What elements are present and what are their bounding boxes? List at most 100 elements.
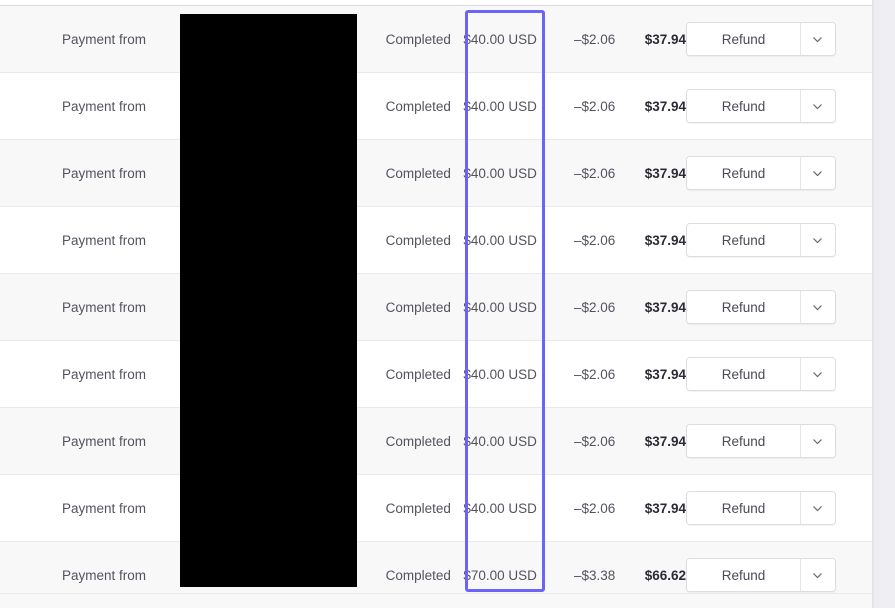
cell-fee: –$2.06 [573,299,616,315]
table-row[interactable]: Payment from Completed $40.00 USD –$2.06 $37… [0,408,872,475]
cell-action: Refund [685,558,872,592]
chevron-down-icon [812,101,823,112]
refund-dropdown-toggle[interactable] [799,291,835,323]
refund-split-button[interactable]: Refund [685,22,836,56]
table-row[interactable]: Payment from Completed $40.00 USD –$2.06 $37… [0,207,872,274]
refund-button[interactable]: Refund [686,358,800,390]
cell-description: Payment from [62,98,147,114]
refund-button[interactable]: Refund [686,425,800,457]
refund-dropdown-toggle[interactable] [799,492,835,524]
chevron-down-icon [812,168,823,179]
refund-dropdown-toggle[interactable] [799,358,835,390]
cell-description: Payment from [62,500,147,516]
refund-button[interactable]: Refund [686,23,800,55]
cell-fee: –$2.06 [573,433,616,449]
transactions-table: Payment from Completed $40.00 USD –$2.06 $37… [0,5,872,608]
cell-fee: –$2.06 [573,232,616,248]
refund-button[interactable]: Refund [686,291,800,323]
refund-button[interactable]: Refund [686,90,800,122]
refund-split-button[interactable]: Refund [685,156,836,190]
refund-split-button[interactable]: Refund [685,491,836,525]
refund-button[interactable]: Refund [686,559,800,591]
cell-gross-amount: $40.00 USD [463,165,537,181]
cell-description: Payment from [62,31,147,47]
table-row[interactable]: Payment from Completed $40.00 USD –$2.06 $37… [0,341,872,408]
cell-status: Completed [385,567,451,583]
chevron-down-icon [812,302,823,313]
cell-net-amount: $37.94 [644,165,686,181]
refund-split-button[interactable]: Refund [685,223,836,257]
table-row[interactable]: Payment from Completed $40.00 USD –$2.06 $37… [0,140,872,207]
cell-fee: –$3.38 [573,567,616,583]
cell-description: Payment from [62,299,147,315]
cell-action: Refund [685,357,872,391]
cell-action: Refund [685,290,872,324]
cell-status: Completed [385,299,451,315]
cell-status: Completed [385,500,451,516]
cell-fee: –$2.06 [573,366,616,382]
refund-split-button[interactable]: Refund [685,424,836,458]
refund-dropdown-toggle[interactable] [799,23,835,55]
right-gutter-edge [872,0,874,608]
cell-status: Completed [385,433,451,449]
cell-action: Refund [685,491,872,525]
refund-split-button[interactable]: Refund [685,89,836,123]
cell-description: Payment from [62,433,147,449]
refund-dropdown-toggle[interactable] [799,559,835,591]
cell-description: Payment from [62,232,147,248]
chevron-down-icon [812,503,823,514]
cell-status: Completed [385,232,451,248]
chevron-down-icon [812,369,823,380]
cell-gross-amount: $40.00 USD [463,98,537,114]
refund-split-button[interactable]: Refund [685,558,836,592]
cell-net-amount: $66.62 [644,567,686,583]
cell-action: Refund [685,89,872,123]
cell-fee: –$2.06 [573,31,616,47]
cell-action: Refund [685,223,872,257]
cell-net-amount: $37.94 [644,299,686,315]
table-row[interactable]: Payment from Completed $40.00 USD –$2.06 $37… [0,6,872,73]
cell-net-amount: $37.94 [644,500,686,516]
refund-button[interactable]: Refund [686,492,800,524]
refund-split-button[interactable]: Refund [685,290,836,324]
cell-action: Refund [685,156,872,190]
cell-gross-amount: $40.00 USD [463,500,537,516]
cell-fee: –$2.06 [573,165,616,181]
cell-gross-amount: $40.00 USD [463,232,537,248]
screen: Payment from Completed $40.00 USD –$2.06 $37… [0,0,895,608]
cell-fee: –$2.06 [573,98,616,114]
cell-gross-amount: $40.00 USD [463,31,537,47]
cell-action: Refund [685,424,872,458]
cell-fee: –$2.06 [573,500,616,516]
cell-description: Payment from [62,165,147,181]
cell-status: Completed [385,165,451,181]
cell-status: Completed [385,366,451,382]
cell-gross-amount: $40.00 USD [463,433,537,449]
table-row[interactable]: Payment from Completed $40.00 USD –$2.06 $37… [0,475,872,542]
cell-description: Payment from [62,567,147,583]
chevron-down-icon [812,436,823,447]
refund-dropdown-toggle[interactable] [799,90,835,122]
table-row[interactable]: Payment from Completed $40.00 USD –$2.06 $37… [0,274,872,341]
cell-status: Completed [385,98,451,114]
chevron-down-icon [812,570,823,581]
cell-action: Refund [685,22,872,56]
cell-gross-amount: $40.00 USD [463,366,537,382]
chevron-down-icon [812,34,823,45]
transactions-content-area: Payment from Completed $40.00 USD –$2.06 $37… [0,0,872,608]
cell-description: Payment from [62,366,147,382]
refund-split-button[interactable]: Refund [685,357,836,391]
cell-net-amount: $37.94 [644,366,686,382]
refund-button[interactable]: Refund [686,157,800,189]
chevron-down-icon [812,235,823,246]
refund-button[interactable]: Refund [686,224,800,256]
refund-dropdown-toggle[interactable] [799,157,835,189]
right-gutter [872,0,895,608]
cell-status: Completed [385,31,451,47]
cell-net-amount: $37.94 [644,98,686,114]
cell-net-amount: $37.94 [644,232,686,248]
table-row[interactable]: Payment from Completed $40.00 USD –$2.06 $37… [0,73,872,140]
refund-dropdown-toggle[interactable] [799,224,835,256]
cell-net-amount: $37.94 [644,31,686,47]
refund-dropdown-toggle[interactable] [799,425,835,457]
